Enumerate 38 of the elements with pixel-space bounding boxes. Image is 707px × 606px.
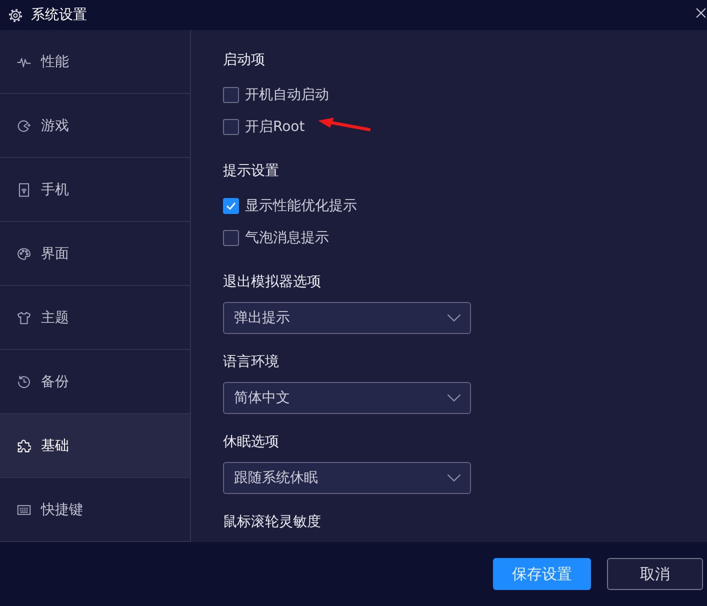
sidebar-item[interactable]: 游戏 <box>0 94 190 158</box>
checkbox[interactable] <box>223 230 239 246</box>
chevron-down-icon <box>447 474 461 482</box>
section-heading: 休眠选项 <box>223 433 280 452</box>
section-heading: 提示设置 <box>223 162 280 181</box>
tshirt-icon <box>17 310 31 324</box>
settings-icon <box>8 8 23 22</box>
sidebar-item[interactable]: 界面 <box>0 222 190 286</box>
close-icon[interactable] <box>696 8 706 18</box>
palette-icon <box>17 246 31 260</box>
checkbox-label[interactable]: 开机自动启动 <box>245 86 329 104</box>
checkmark-icon <box>226 202 236 210</box>
checkbox-label[interactable]: 开启Root <box>245 118 305 136</box>
checkbox-label[interactable]: 气泡消息提示 <box>245 229 329 247</box>
sidebar-item[interactable]: 手机 <box>0 158 190 222</box>
dropdown[interactable]: 弹出提示 <box>223 302 471 334</box>
section-heading: 鼠标滚轮灵敏度 <box>223 513 322 532</box>
sidebar-item[interactable]: 性能 <box>0 30 190 94</box>
section-heading: 语言环境 <box>223 353 280 372</box>
section-heading: 退出模拟器选项 <box>223 273 322 292</box>
checkbox[interactable] <box>223 119 239 135</box>
pacman-icon <box>17 118 31 132</box>
sidebar-item[interactable]: 主题 <box>0 286 190 350</box>
cancel-button[interactable]: 取消 <box>607 558 703 590</box>
checkbox[interactable] <box>223 198 239 214</box>
phone-wifi-icon <box>17 182 31 196</box>
dropdown[interactable]: 跟随系统休眠 <box>223 462 471 494</box>
window-title: 系统设置 <box>31 6 87 24</box>
keyboard-icon <box>17 502 31 516</box>
chevron-down-icon <box>447 314 461 322</box>
checkbox-label[interactable]: 显示性能优化提示 <box>245 197 357 215</box>
section-heading: 启动项 <box>223 51 266 70</box>
checkbox[interactable] <box>223 87 239 103</box>
sidebar-item[interactable]: 基础 <box>0 414 190 478</box>
puzzle-icon <box>17 438 31 452</box>
dropdown[interactable]: 简体中文 <box>223 382 471 414</box>
chevron-down-icon <box>447 394 461 402</box>
history-icon <box>17 374 31 388</box>
